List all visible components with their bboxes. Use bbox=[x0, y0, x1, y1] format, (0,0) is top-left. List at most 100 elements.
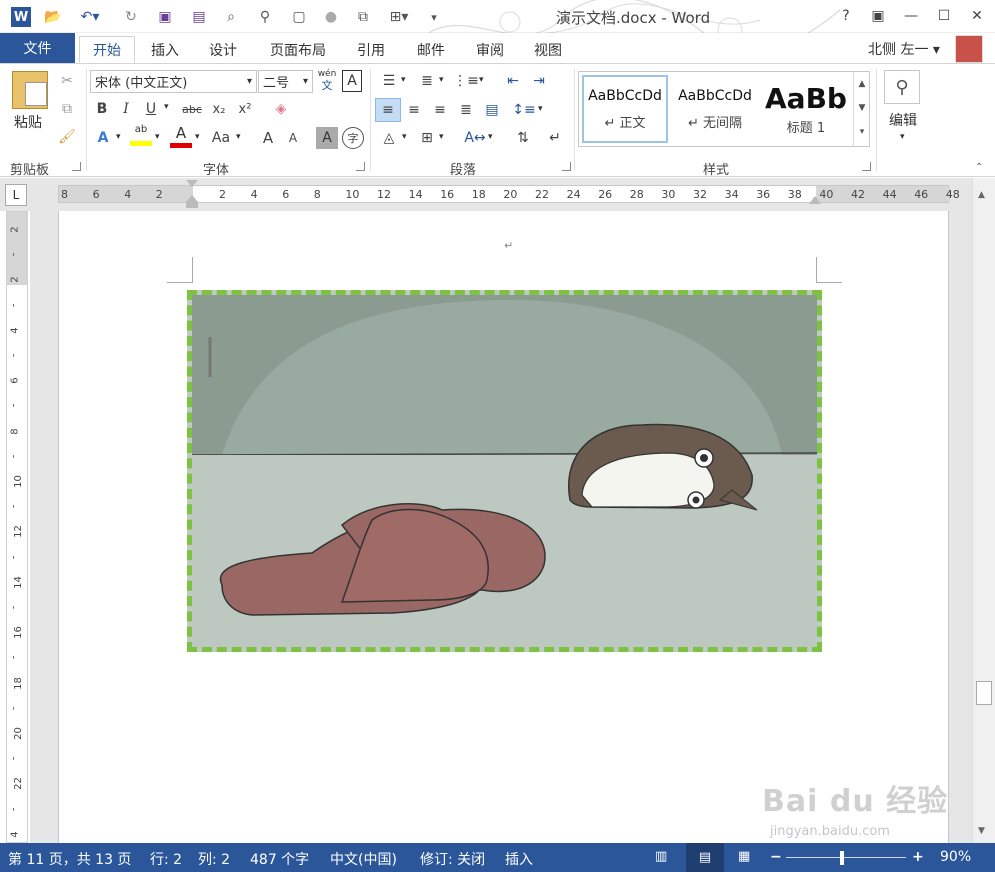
inserted-image[interactable] bbox=[187, 290, 822, 652]
change-case-button[interactable]: Aa bbox=[208, 127, 234, 149]
scroll-up-icon[interactable]: ▲ bbox=[978, 190, 985, 200]
line-spacing-dropdown-icon[interactable]: ▾ bbox=[538, 104, 543, 114]
bold-button[interactable]: B bbox=[91, 98, 113, 120]
borders-dropdown-icon[interactable]: ⊞▾ bbox=[384, 5, 414, 29]
grow-font-button[interactable]: A bbox=[257, 127, 279, 149]
editing-button[interactable]: 编辑 bbox=[889, 110, 917, 130]
tab-references[interactable]: 引用 bbox=[346, 36, 396, 63]
read-mode-icon[interactable]: ▥ bbox=[655, 849, 667, 864]
paste-icon[interactable] bbox=[12, 71, 48, 109]
find-binoculars-icon[interactable]: ⚲ bbox=[884, 70, 920, 104]
multilevel-list-icon[interactable]: ⋮≡ bbox=[453, 70, 479, 92]
zoom-slider[interactable] bbox=[786, 857, 906, 858]
numbering-dropdown-icon[interactable]: ▾ bbox=[439, 75, 444, 85]
font-color-dropdown-icon[interactable]: ▾ bbox=[195, 132, 200, 142]
status-language[interactable]: 中文(中国) bbox=[330, 849, 397, 869]
right-indent-marker[interactable] bbox=[809, 196, 821, 204]
user-account[interactable]: 北侧 左一 ▾ bbox=[868, 39, 940, 59]
font-launcher-icon[interactable] bbox=[356, 162, 365, 171]
font-name-select[interactable]: 宋体 (中文正文) ▾ bbox=[90, 70, 257, 93]
highlight-icon[interactable]: ab bbox=[130, 124, 152, 150]
styles-launcher-icon[interactable] bbox=[862, 162, 871, 171]
shading-dropdown-icon[interactable]: ▾ bbox=[402, 132, 407, 142]
tab-insert[interactable]: 插入 bbox=[140, 36, 190, 63]
shrink-font-button[interactable]: A bbox=[282, 127, 304, 149]
show-hide-marks-icon[interactable]: ↵ bbox=[544, 127, 566, 149]
tab-selector[interactable]: L bbox=[5, 184, 27, 206]
status-page[interactable]: 第 11 页，共 13 页 bbox=[8, 849, 131, 869]
bullets-icon[interactable]: ☰ bbox=[378, 70, 400, 92]
chinese-layout-icon[interactable]: A↔ bbox=[464, 127, 486, 149]
numbering-icon[interactable]: ≣ bbox=[416, 70, 438, 92]
align-left-button[interactable]: ≡ bbox=[375, 98, 401, 122]
font-size-select[interactable]: 二号 ▾ bbox=[258, 70, 313, 93]
bullets-dropdown-icon[interactable]: ▾ bbox=[401, 75, 406, 85]
style-heading-1[interactable]: AaBb 标题 1 bbox=[762, 75, 850, 143]
vertical-ruler[interactable]: 2 - 2 - 4 - 6 - 8 - 10 - 12 - 14 - 16 - 18 - 20 - 22 - 4 bbox=[6, 211, 28, 843]
print-layout-icon[interactable]: ▤ bbox=[686, 843, 724, 872]
character-border-icon[interactable]: A bbox=[342, 70, 362, 92]
status-insert-mode[interactable]: 插入 bbox=[505, 849, 533, 869]
screenshot-icon[interactable]: ⧉ bbox=[350, 5, 376, 29]
highlight-dropdown-icon[interactable]: ▾ bbox=[155, 132, 160, 142]
collapse-ribbon-icon[interactable]: ⌃ bbox=[975, 162, 983, 173]
increase-indent-icon[interactable]: ⇥ bbox=[528, 70, 550, 92]
close-button[interactable]: ✕ bbox=[964, 4, 990, 28]
tab-home[interactable]: 开始 bbox=[79, 36, 135, 63]
text-effects-dropdown-icon[interactable]: ▾ bbox=[116, 132, 121, 142]
clear-formatting-icon[interactable]: ◈ bbox=[270, 98, 292, 120]
new-document-icon[interactable]: ▢ bbox=[286, 5, 312, 29]
align-center-button[interactable]: ≡ bbox=[403, 99, 425, 121]
status-word-count[interactable]: 487 个字 bbox=[250, 849, 309, 869]
style-normal[interactable]: AaBbCcDd ↵ 正文 bbox=[582, 75, 668, 143]
redo-icon[interactable]: ↻ bbox=[118, 5, 144, 29]
paragraph-launcher-icon[interactable] bbox=[562, 162, 571, 171]
paste-button[interactable]: 粘贴 bbox=[14, 112, 42, 132]
sort-icon[interactable]: ⇅ bbox=[512, 127, 534, 149]
find-binoculars-icon[interactable]: ⚲ bbox=[252, 5, 278, 29]
subscript-button[interactable]: x₂ bbox=[208, 98, 230, 120]
borders-icon[interactable]: ⊞ bbox=[416, 127, 438, 149]
underline-dropdown-icon[interactable]: ▾ bbox=[164, 102, 169, 112]
style-no-spacing[interactable]: AaBbCcDd ↵ 无间隔 bbox=[672, 75, 758, 143]
tab-file[interactable]: 文件 bbox=[0, 33, 75, 63]
tab-page-layout[interactable]: 页面布局 bbox=[258, 36, 338, 63]
editing-dropdown-icon[interactable]: ▾ bbox=[900, 132, 905, 142]
scroll-thumb[interactable] bbox=[976, 681, 992, 705]
format-painter-icon[interactable]: 🖌 bbox=[56, 126, 78, 148]
help-button[interactable]: ? bbox=[833, 4, 859, 28]
ribbon-display-button[interactable]: ▣ bbox=[865, 4, 891, 28]
zoom-slider-thumb[interactable] bbox=[840, 851, 844, 865]
text-effects-icon[interactable]: A bbox=[92, 127, 114, 149]
strikethrough-button[interactable]: abc bbox=[178, 98, 206, 120]
avatar[interactable] bbox=[955, 35, 983, 63]
indent-markers[interactable] bbox=[186, 180, 198, 210]
save-icon[interactable]: ▣ bbox=[152, 5, 178, 29]
zoom-out-icon[interactable]: − bbox=[770, 849, 782, 865]
cut-icon[interactable]: ✂ bbox=[56, 70, 78, 92]
tab-review[interactable]: 审阅 bbox=[465, 36, 515, 63]
font-color-icon[interactable]: A bbox=[170, 124, 192, 150]
open-folder-icon[interactable]: 📂 bbox=[40, 5, 66, 29]
clipboard-launcher-icon[interactable] bbox=[72, 162, 81, 171]
justify-button[interactable]: ≣ bbox=[455, 99, 477, 121]
maximize-button[interactable]: ☐ bbox=[931, 4, 957, 28]
zoom-in-icon[interactable]: + bbox=[912, 849, 924, 865]
decrease-indent-icon[interactable]: ⇤ bbox=[502, 70, 524, 92]
print-preview-icon[interactable]: ⌕ bbox=[218, 5, 244, 29]
italic-button[interactable]: I bbox=[115, 98, 137, 120]
status-track-changes[interactable]: 修订: 关闭 bbox=[420, 849, 485, 869]
tab-view[interactable]: 视图 bbox=[523, 36, 573, 63]
line-spacing-icon[interactable]: ↕≡ bbox=[512, 99, 535, 121]
underline-button[interactable]: U bbox=[140, 98, 162, 120]
align-right-button[interactable]: ≡ bbox=[429, 99, 451, 121]
styles-scroll[interactable]: ▲ ▼ ▾ bbox=[853, 72, 870, 146]
chinese-layout-dropdown-icon[interactable]: ▾ bbox=[488, 132, 493, 142]
character-shading-button[interactable]: A bbox=[316, 127, 338, 149]
web-layout-icon[interactable]: ▦ bbox=[738, 849, 750, 864]
change-case-dropdown-icon[interactable]: ▾ bbox=[236, 132, 241, 142]
distributed-button[interactable]: ▤ bbox=[481, 99, 503, 121]
multilevel-dropdown-icon[interactable]: ▾ bbox=[479, 75, 484, 85]
tab-mailings[interactable]: 邮件 bbox=[406, 36, 456, 63]
superscript-button[interactable]: x² bbox=[234, 98, 256, 120]
